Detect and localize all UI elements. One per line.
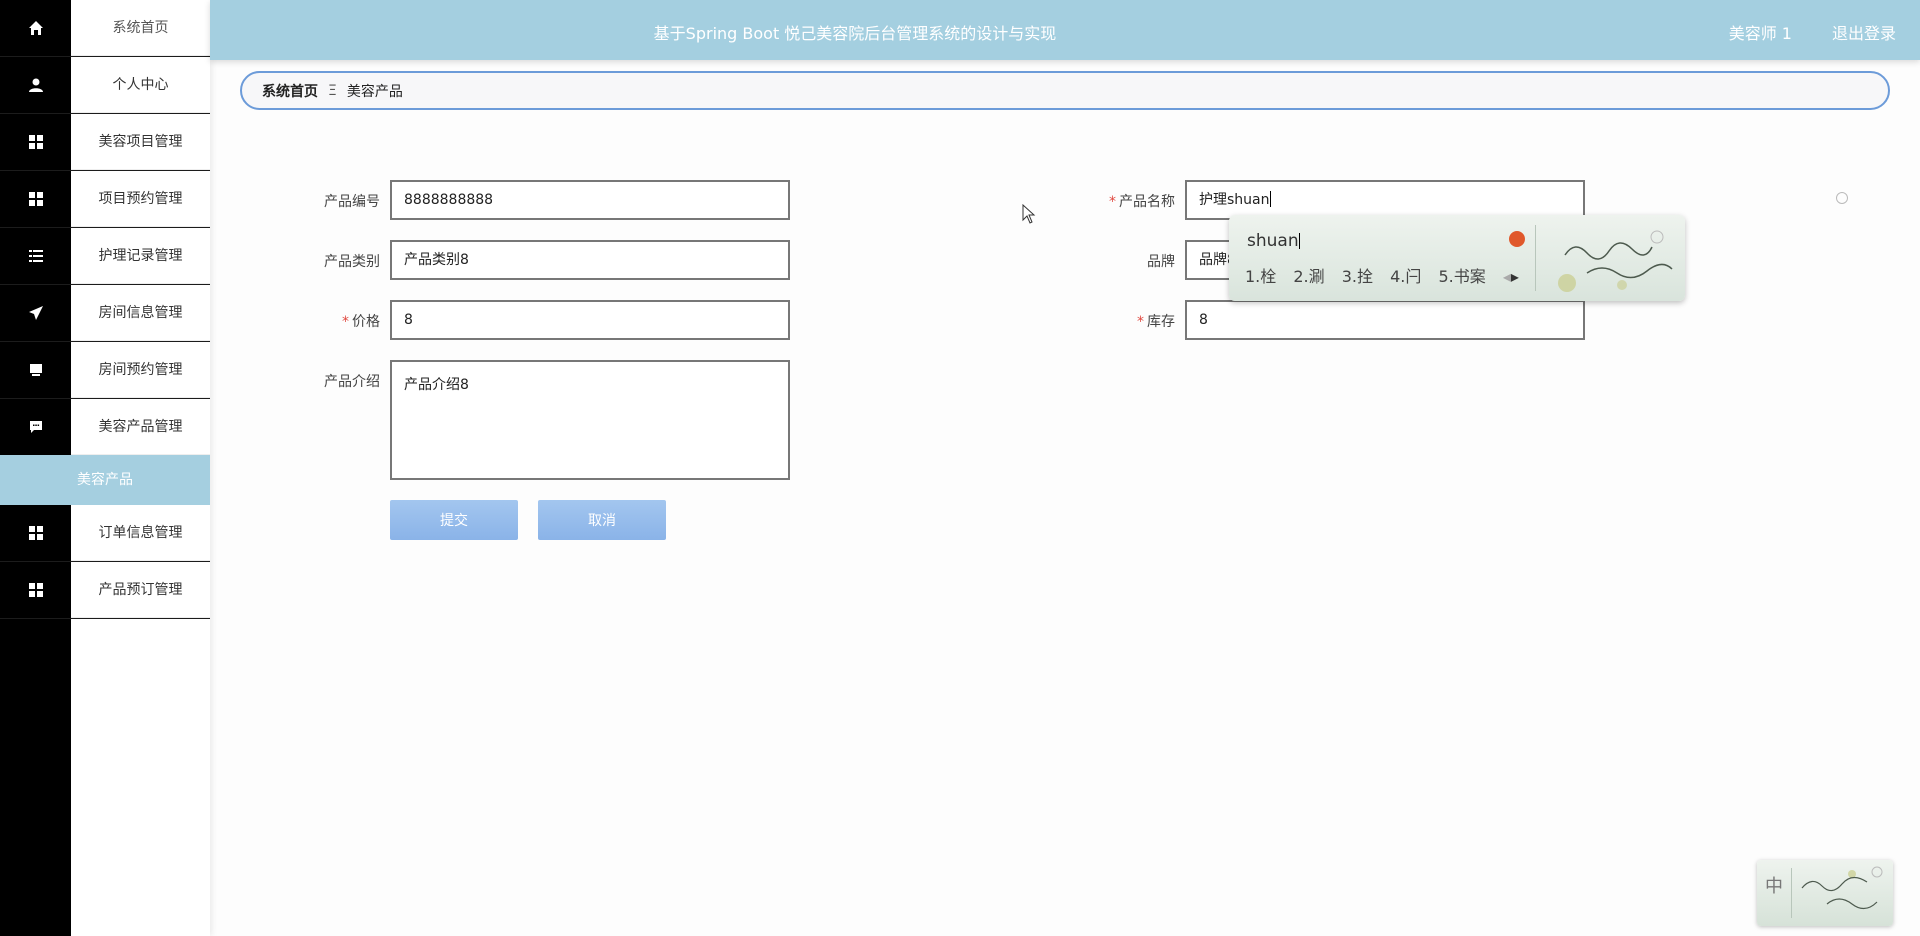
chat-icon: [0, 399, 71, 455]
required-mark: *: [342, 314, 349, 330]
grid-icon: [0, 562, 71, 618]
drive-icon: [0, 342, 71, 398]
sidebar-item-label: 美容项目管理: [71, 114, 210, 170]
current-user: 美容师 1: [1728, 24, 1792, 43]
ime-candidate[interactable]: 3.拴: [1342, 267, 1373, 286]
ime-logo-icon: [1509, 231, 1525, 247]
breadcrumb-current: 美容产品: [346, 83, 403, 100]
ime-candidate-popup: shuan 1.栓 2.涮 3.拴 4.闩 5.书案 ◂▸: [1229, 215, 1685, 301]
grid-icon: [0, 171, 71, 227]
sidebar-item-order-info[interactable]: 订单信息管理: [0, 505, 210, 562]
sidebar-item-product-reservation[interactable]: 产品预订管理: [0, 562, 210, 619]
ime-page-arrows-icon[interactable]: ◂▸: [1503, 267, 1519, 286]
ime-candidates: 1.栓 2.涮 3.拴 4.闩 5.书案 ◂▸: [1245, 263, 1531, 287]
sidebar-item-label: 产品预订管理: [71, 562, 210, 618]
breadcrumb-home[interactable]: 系统首页: [262, 81, 318, 101]
breadcrumb: 系统首页 Ξ 美容产品: [240, 71, 1890, 110]
required-mark: *: [1137, 314, 1144, 330]
required-mark: *: [1109, 194, 1116, 210]
grid-icon: [0, 505, 71, 561]
sidebar-item-label: 系统首页: [71, 0, 210, 56]
ime-candidate[interactable]: 5.书案: [1439, 267, 1486, 286]
logout-link[interactable]: 退出登录: [1832, 20, 1896, 44]
product-name-label: * 产品名称: [1109, 194, 1175, 210]
ime-skin-decoration-icon: [1801, 866, 1883, 910]
sidebar-item-label: 项目预约管理: [71, 171, 210, 227]
sidebar-item-home[interactable]: 系统首页: [0, 0, 210, 57]
ime-pinyin: shuan: [1247, 231, 1299, 251]
sidebar-subitem-beauty-product[interactable]: 美容产品: [0, 455, 210, 505]
mouse-cursor-icon: [1022, 203, 1036, 228]
sidebar-item-room-info[interactable]: 房间信息管理: [0, 285, 210, 342]
ime-candidate[interactable]: 4.闩: [1390, 267, 1421, 286]
clear-circle-icon[interactable]: [1836, 192, 1848, 204]
submit-button[interactable]: 提交: [390, 500, 518, 540]
breadcrumb-separator: Ξ: [328, 82, 337, 99]
ime-status-bar[interactable]: 中: [1757, 860, 1893, 926]
home-icon: [0, 0, 71, 56]
product-category-label: 产品类别: [324, 254, 380, 270]
sidebar-item-label: 房间信息管理: [71, 285, 210, 341]
sidebar-item-label: 订单信息管理: [71, 505, 210, 561]
ime-lang-indicator[interactable]: 中: [1765, 872, 1783, 898]
sidebar-item-personal-center[interactable]: 个人中心: [0, 57, 210, 114]
cancel-button[interactable]: 取消: [538, 500, 666, 540]
sidebar-item-room-booking[interactable]: 房间预约管理: [0, 342, 210, 399]
grid-icon: [0, 114, 71, 170]
ime-candidate[interactable]: 1.栓: [1245, 267, 1276, 286]
product-name-input[interactable]: 护理shuan: [1185, 180, 1585, 220]
user-icon: [0, 57, 71, 113]
sidebar-item-care-records[interactable]: 护理记录管理: [0, 228, 210, 285]
product-intro-textarea[interactable]: 产品介绍8: [390, 360, 790, 480]
page-title: 基于Spring Boot 悦己美容院后台管理系统的设计与实现: [653, 24, 1057, 43]
ime-divider: [1791, 868, 1792, 918]
product-code-input[interactable]: 8888888888: [390, 180, 790, 220]
sidebar-item-label: 护理记录管理: [71, 228, 210, 284]
ime-divider: [1535, 225, 1536, 291]
product-intro-label: 产品介绍: [324, 374, 380, 390]
sidebar-item-label: 美容产品管理: [71, 399, 210, 455]
price-label: * 价格: [342, 314, 380, 330]
top-header: 基于Spring Boot 悦己美容院后台管理系统的设计与实现 美容师 1 退出…: [210, 0, 1920, 60]
sidebar: 系统首页 个人中心 美容项目管理 项目预约管理 护理记录管理 房间信息管理 房间…: [0, 0, 210, 936]
sidebar-item-label: 个人中心: [71, 57, 210, 113]
sidebar-item-label: 房间预约管理: [71, 342, 210, 398]
send-icon: [0, 285, 71, 341]
price-input[interactable]: 8: [390, 300, 790, 340]
stock-input[interactable]: 8: [1185, 300, 1585, 340]
product-category-input[interactable]: 产品类别8: [390, 240, 790, 280]
app-root: 系统首页 个人中心 美容项目管理 项目预约管理 护理记录管理 房间信息管理 房间…: [0, 0, 1920, 936]
sidebar-item-beauty-projects[interactable]: 美容项目管理: [0, 114, 210, 171]
ime-skin-decoration-icon: [1558, 230, 1673, 292]
brand-label: 品牌: [1147, 254, 1175, 270]
sidebar-item-project-booking[interactable]: 项目预约管理: [0, 171, 210, 228]
ime-candidate[interactable]: 2.涮: [1293, 267, 1324, 286]
list-icon: [0, 228, 71, 284]
product-code-label: 产品编号: [324, 194, 380, 210]
sidebar-item-beauty-products[interactable]: 美容产品管理: [0, 399, 210, 456]
stock-label: * 库存: [1137, 314, 1175, 330]
